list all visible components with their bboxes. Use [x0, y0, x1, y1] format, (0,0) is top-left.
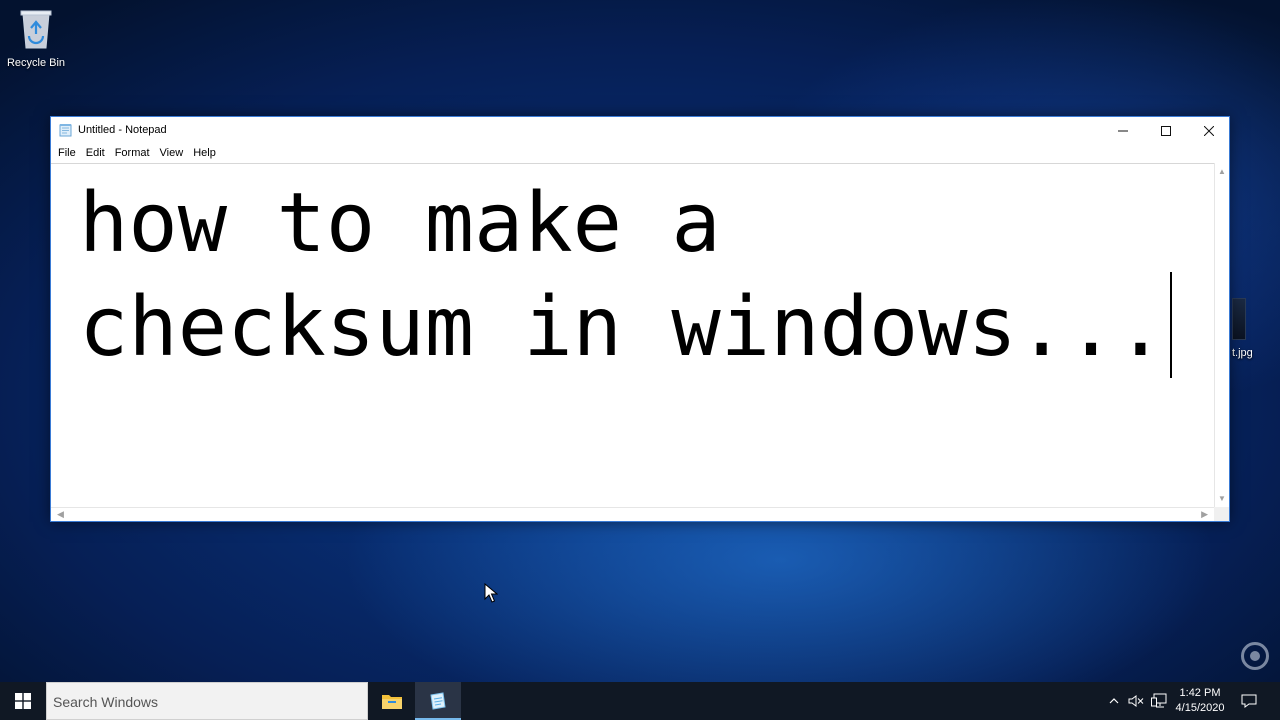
start-button[interactable] — [0, 682, 46, 720]
file-explorer-icon — [382, 695, 402, 709]
network-button[interactable] — [1148, 682, 1172, 720]
horizontal-scrollbar[interactable]: ◀ ▶ — [51, 507, 1214, 521]
notepad-icon — [59, 124, 72, 137]
jpg-file-desktop-icon[interactable]: t.jpg — [1228, 298, 1280, 362]
taskbar-search-box[interactable]: Search Windows — [46, 682, 368, 720]
text-caret — [1170, 272, 1172, 378]
scroll-right-arrow-icon[interactable]: ▶ — [1201, 509, 1208, 520]
clock-time: 1:42 PM — [1179, 687, 1221, 699]
chevron-up-icon — [1109, 698, 1119, 704]
notification-icon — [1241, 694, 1257, 708]
menu-file[interactable]: File — [53, 145, 81, 163]
minimize-button[interactable] — [1101, 117, 1145, 145]
notepad-window[interactable]: Untitled - Notepad File Edit Format View… — [50, 116, 1230, 522]
text-editor-area[interactable]: how to make a checksum in windows... — [51, 163, 1214, 507]
taskbar-file-explorer[interactable] — [369, 682, 415, 720]
show-hidden-icons-button[interactable] — [1104, 682, 1124, 720]
menu-edit[interactable]: Edit — [81, 145, 110, 163]
editor-line-2: checksum in windows... — [79, 280, 1166, 375]
recycle-bin-desktop-icon[interactable]: Recycle Bin — [0, 6, 72, 69]
editor-line-1: how to make a — [79, 176, 721, 271]
title-bar[interactable]: Untitled - Notepad — [51, 117, 1229, 145]
window-title: Untitled - Notepad — [78, 124, 167, 136]
notepad-icon — [430, 692, 446, 710]
scroll-down-arrow-icon[interactable]: ▼ — [1218, 494, 1226, 503]
overlay-ring-icon — [1241, 642, 1269, 670]
file-label: t.jpg — [1232, 347, 1253, 359]
scroll-left-arrow-icon[interactable]: ◀ — [57, 509, 64, 520]
vertical-scrollbar[interactable]: ▲ ▼ — [1214, 163, 1229, 507]
maximize-button[interactable] — [1144, 117, 1188, 145]
windows-start-icon — [15, 693, 31, 709]
clock-date: 4/15/2020 — [1175, 702, 1225, 714]
taskbar-notepad[interactable] — [415, 682, 461, 720]
minimize-icon — [1118, 130, 1128, 132]
mouse-pointer-icon — [484, 583, 498, 603]
menu-view[interactable]: View — [155, 145, 189, 163]
menu-help[interactable]: Help — [188, 145, 221, 163]
maximize-icon — [1161, 126, 1171, 136]
volume-button[interactable] — [1126, 682, 1146, 720]
action-center-button[interactable] — [1234, 682, 1264, 720]
network-icon — [1151, 693, 1167, 708]
close-button[interactable] — [1187, 117, 1231, 145]
recycle-bin-label: Recycle Bin — [6, 57, 66, 69]
image-thumbnail-icon — [1232, 298, 1246, 340]
scroll-up-arrow-icon[interactable]: ▲ — [1218, 167, 1226, 176]
speaker-muted-icon — [1128, 695, 1144, 707]
editor-content[interactable]: how to make a checksum in windows... — [79, 172, 1165, 380]
close-icon — [1204, 126, 1214, 136]
recycle-bin-icon — [20, 10, 52, 49]
taskbar: Search Windows 1:42 PM 4/15/2020 — [0, 682, 1280, 720]
resize-grip[interactable] — [1214, 507, 1229, 521]
menu-format[interactable]: Format — [110, 145, 155, 163]
menu-bar: File Edit Format View Help — [51, 145, 1229, 163]
search-placeholder: Search Windows — [53, 694, 159, 710]
taskbar-clock[interactable]: 1:42 PM 4/15/2020 — [1172, 686, 1228, 716]
